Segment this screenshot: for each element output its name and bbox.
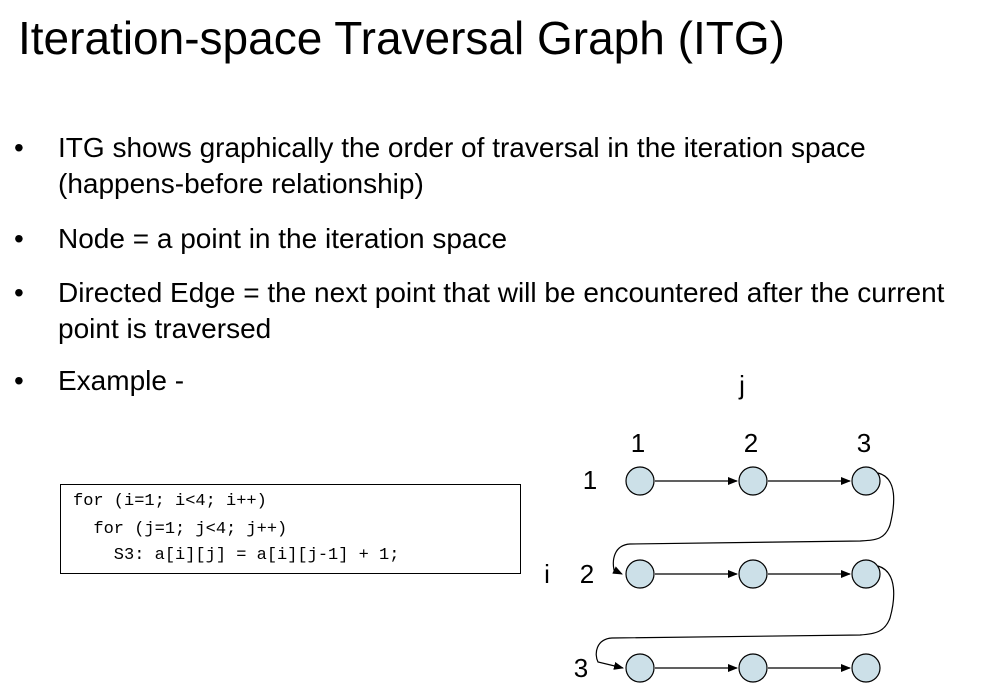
j-value-label: 1 — [631, 428, 645, 458]
i-value-label: 3 — [574, 653, 588, 683]
axis-i-label: i — [544, 559, 550, 589]
i-value-label: 2 — [580, 559, 594, 589]
axis-j-label: j — [738, 370, 745, 400]
iteration-node — [851, 653, 881, 683]
itg-graph: j i 1 2 3 1 2 3 — [544, 370, 895, 683]
iteration-node — [625, 559, 655, 589]
iteration-node — [625, 466, 655, 496]
j-value-label: 2 — [744, 428, 758, 458]
j-value-label: 3 — [857, 428, 871, 458]
iteration-node — [738, 653, 768, 683]
i-value-label: 1 — [583, 465, 597, 495]
iteration-node — [738, 559, 768, 589]
iteration-node — [851, 559, 881, 589]
iteration-node — [625, 653, 655, 683]
iteration-node — [738, 466, 768, 496]
iteration-node — [851, 466, 881, 496]
